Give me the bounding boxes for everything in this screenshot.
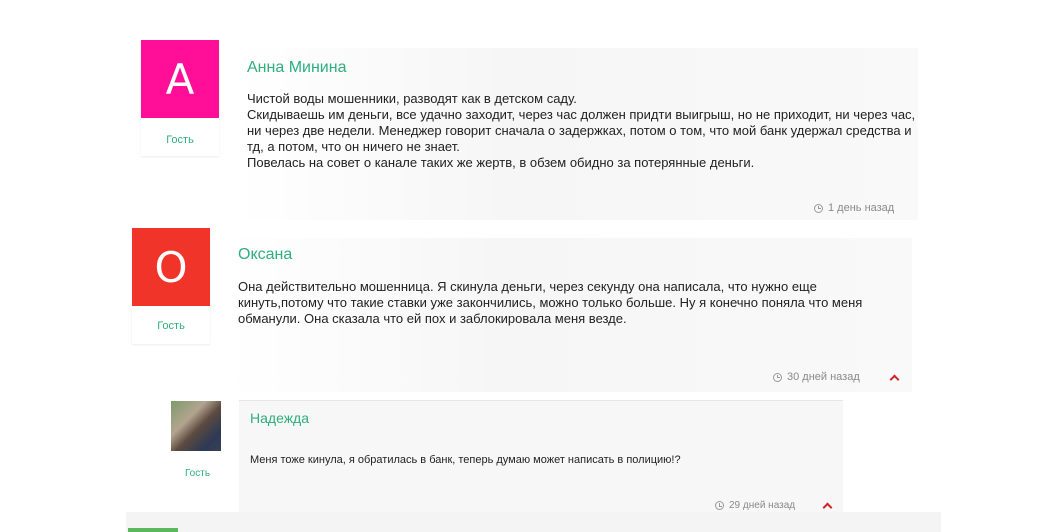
author-name[interactable]: Оксана	[238, 246, 292, 264]
avatar	[171, 401, 221, 451]
avatar: A	[141, 40, 219, 118]
clock-icon	[773, 372, 782, 382]
next-comment-avatar	[128, 528, 178, 532]
timestamp: 29 дней назад	[715, 500, 795, 511]
avatar-card: A Гость	[141, 40, 219, 156]
timestamp-text: 29 дней назад	[729, 500, 796, 511]
timestamp: 1 день назад	[814, 202, 894, 214]
role-label: Гость	[184, 468, 211, 479]
timestamp-text: 30 дней назад	[787, 371, 860, 383]
role-label: Гость	[157, 320, 185, 332]
role-label: Гость	[166, 134, 194, 146]
next-comment-panel	[126, 512, 941, 532]
comment-text: Она действительно мошенница. Я скинула д…	[238, 279, 863, 326]
timestamp: 30 дней назад	[773, 371, 860, 383]
clock-icon	[715, 501, 724, 510]
collapse-replies-icon[interactable]	[822, 500, 834, 510]
collapse-replies-icon[interactable]	[889, 372, 901, 382]
avatar: O	[132, 228, 210, 306]
avatar-card: O Гость	[132, 228, 210, 344]
avatar-card: Гость	[166, 398, 229, 490]
author-name[interactable]: Надежда	[250, 410, 309, 426]
author-name[interactable]: Анна Минина	[247, 59, 346, 77]
timestamp-text: 1 день назад	[828, 202, 895, 214]
comment-text: Меня тоже кинула, я обратилась в банк, т…	[250, 454, 681, 466]
comment-text: Чистой воды мошенники, разводят как в де…	[247, 91, 916, 170]
clock-icon	[814, 203, 823, 213]
